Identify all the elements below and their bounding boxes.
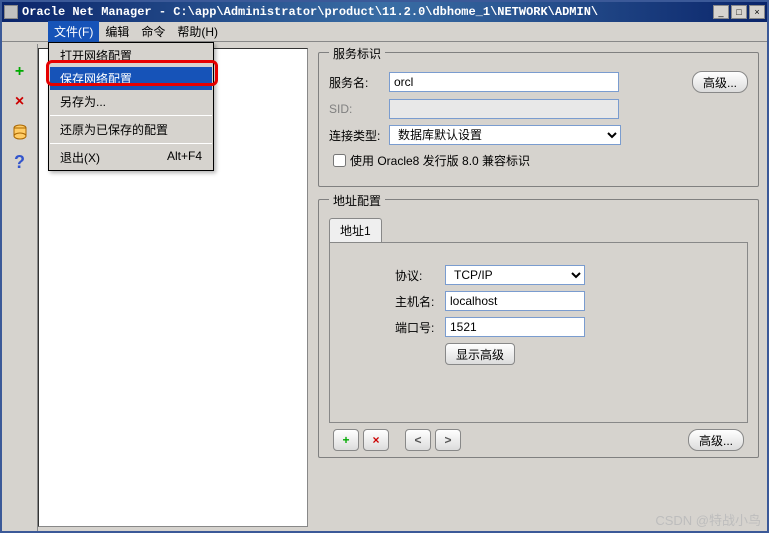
remove-address-icon[interactable]: × (363, 429, 389, 451)
conn-type-select[interactable]: 数据库默认设置 (389, 125, 621, 145)
db-icon[interactable] (10, 122, 30, 142)
next-address-icon[interactable]: > (435, 429, 461, 451)
oracle8-compat-label: 使用 Oracle8 发行版 8.0 兼容标识 (350, 152, 530, 169)
address-tab-body: 协议: TCP/IP 主机名: 端口号: 显示高级 (329, 243, 748, 423)
add-icon[interactable]: + (10, 62, 30, 82)
menu-command[interactable]: 命令 (135, 21, 171, 42)
menuitem-exit[interactable]: 退出(X)Alt+F4 (50, 146, 212, 169)
add-address-icon[interactable]: + (333, 429, 359, 451)
help-icon[interactable]: ? (10, 152, 30, 172)
sid-input (389, 99, 619, 119)
host-input[interactable] (445, 291, 585, 311)
menuitem-revert[interactable]: 还原为已保存的配置 (50, 118, 212, 141)
left-toolbar: + × ? (2, 44, 38, 531)
show-advanced-button[interactable]: 显示高级 (445, 343, 515, 365)
minimize-button[interactable]: _ (713, 5, 729, 19)
service-id-title: 服务标识 (329, 45, 385, 62)
protocol-select[interactable]: TCP/IP (445, 265, 585, 285)
menu-separator (50, 115, 212, 116)
menu-file[interactable]: 文件(F) (48, 21, 99, 42)
service-name-label: 服务名: (329, 74, 389, 91)
watermark: CSDN @特战小鸟 (655, 510, 761, 529)
menuitem-save-as[interactable]: 另存为... (50, 90, 212, 113)
protocol-label: 协议: (395, 267, 445, 284)
address-tabs: 地址1 (329, 218, 748, 243)
menuitem-open-config[interactable]: 打开网络配置 (50, 44, 212, 67)
host-label: 主机名: (395, 293, 445, 310)
conn-type-label: 连接类型: (329, 127, 389, 144)
advanced-button[interactable]: 高级... (692, 71, 748, 93)
file-menu-dropdown: 打开网络配置 保存网络配置 另存为... 还原为已保存的配置 退出(X)Alt+… (48, 42, 214, 171)
maximize-button[interactable]: □ (731, 5, 747, 19)
delete-icon[interactable]: × (10, 92, 30, 112)
tab-address1[interactable]: 地址1 (329, 218, 382, 242)
address-config-title: 地址配置 (329, 192, 385, 209)
service-name-input[interactable] (389, 72, 619, 92)
service-id-group: 服务标识 服务名: 高级... SID: 连接类型: 数据库默认设置 (318, 52, 759, 187)
oracle8-compat-checkbox[interactable] (333, 154, 346, 167)
prev-address-icon[interactable]: < (405, 429, 431, 451)
menubar: 文件(F) 编辑 命令 帮助(H) (2, 22, 767, 42)
port-input[interactable] (445, 317, 585, 337)
address-config-group: 地址配置 地址1 协议: TCP/IP 主机名: 端口号: (318, 199, 759, 458)
titlebar: Oracle Net Manager - C:\app\Administrato… (2, 2, 767, 22)
menuitem-save-config[interactable]: 保存网络配置 (50, 67, 212, 90)
app-icon (4, 5, 18, 19)
detail-pane: 服务标识 服务名: 高级... SID: 连接类型: 数据库默认设置 (312, 44, 767, 531)
menu-separator (50, 143, 212, 144)
close-button[interactable]: × (749, 5, 765, 19)
menu-edit[interactable]: 编辑 (99, 21, 135, 42)
address-advanced-button[interactable]: 高级... (688, 429, 744, 451)
port-label: 端口号: (395, 319, 445, 336)
menu-help[interactable]: 帮助(H) (171, 21, 224, 42)
sid-label: SID: (329, 102, 389, 116)
window-title: Oracle Net Manager - C:\app\Administrato… (22, 5, 713, 19)
